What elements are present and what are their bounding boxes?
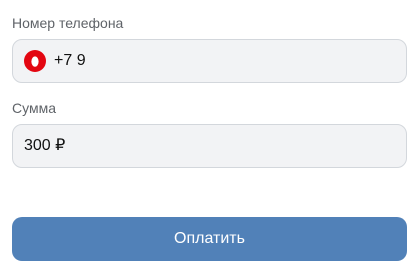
amount-field[interactable]: 300 ₽ bbox=[12, 124, 407, 168]
phone-label: Номер телефона bbox=[12, 15, 124, 31]
mts-egg-icon bbox=[24, 50, 46, 72]
phone-value[interactable]: +7 9 bbox=[54, 51, 86, 71]
phone-field[interactable]: +7 9 bbox=[12, 39, 407, 83]
pay-button[interactable]: Оплатить bbox=[12, 217, 407, 261]
amount-label: Сумма bbox=[12, 100, 56, 116]
amount-value[interactable]: 300 ₽ bbox=[24, 136, 65, 156]
